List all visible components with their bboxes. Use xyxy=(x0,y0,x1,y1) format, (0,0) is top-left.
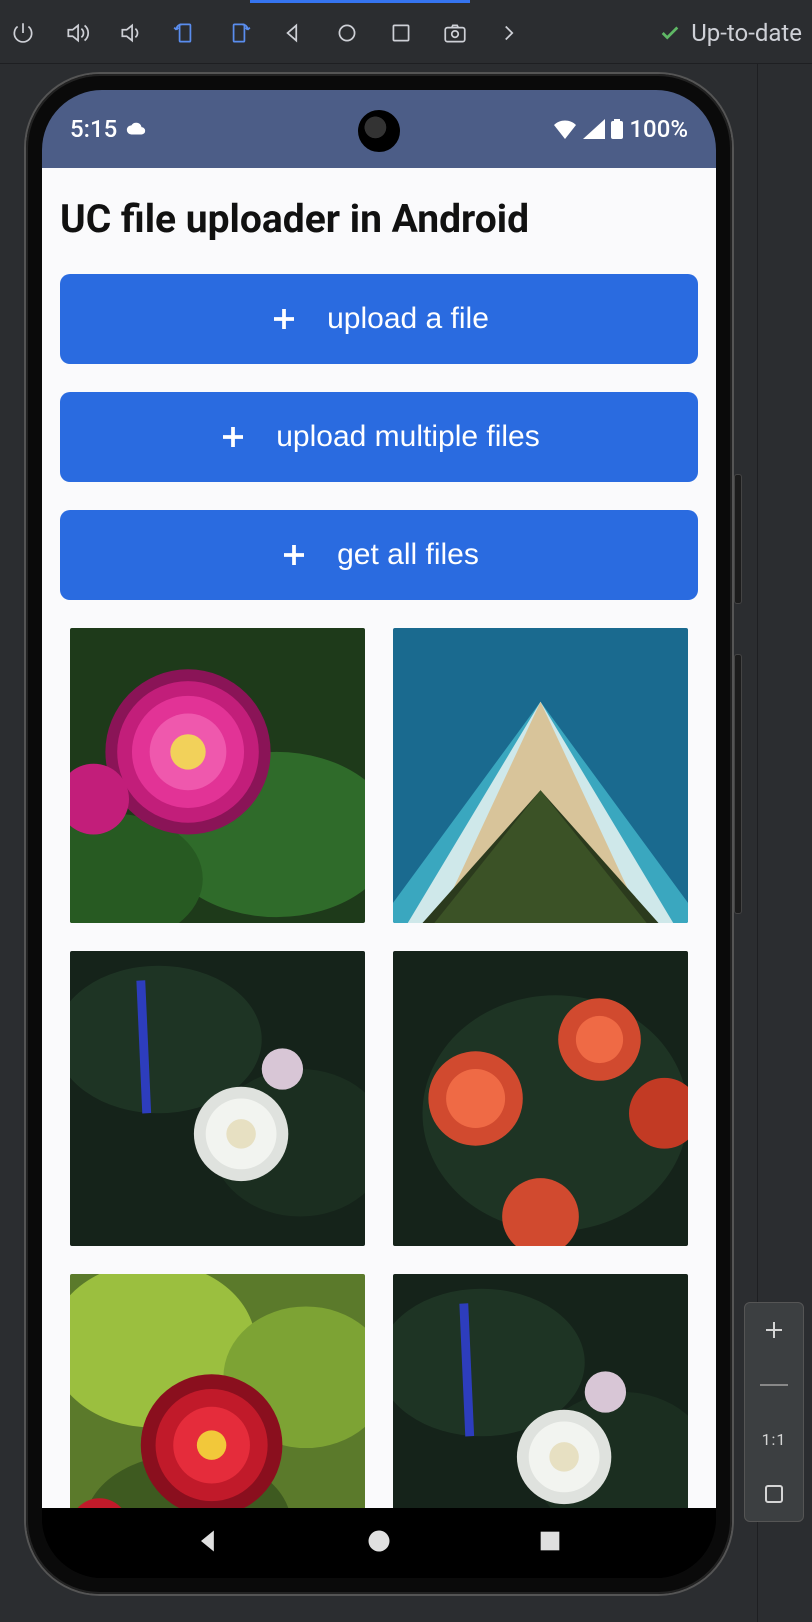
zoom-fit-button[interactable] xyxy=(745,1467,803,1522)
file-tile[interactable] xyxy=(393,1274,688,1508)
emulator-zoom-panel: 1:1 xyxy=(744,1302,804,1522)
image-thumbnail xyxy=(70,951,365,1246)
zoom-ratio-label: 1:1 xyxy=(762,1430,787,1449)
status-battery: 100% xyxy=(629,115,688,143)
emulator-stage: 5:15 100% UC file uploader in Android up… xyxy=(0,64,757,1622)
phone-frame: 5:15 100% UC file uploader in Android up… xyxy=(26,74,732,1594)
signal-icon xyxy=(583,119,605,139)
upload-multiple-button[interactable]: upload multiple files xyxy=(60,392,698,482)
rotate-left-icon[interactable] xyxy=(172,20,198,46)
phone-side-button xyxy=(734,654,742,914)
plus-icon xyxy=(218,422,248,452)
front-camera xyxy=(358,110,400,152)
battery-icon xyxy=(611,119,623,139)
sync-status: Up-to-date xyxy=(659,19,802,47)
check-icon xyxy=(659,22,681,44)
button-label: upload multiple files xyxy=(276,420,539,454)
rotate-right-icon[interactable] xyxy=(226,20,252,46)
image-thumbnail xyxy=(70,628,365,923)
image-thumbnail xyxy=(393,628,688,923)
zoom-ratio-button[interactable]: 1:1 xyxy=(745,1412,803,1467)
more-icon[interactable] xyxy=(496,20,522,46)
cloud-icon xyxy=(125,121,147,137)
button-label: get all files xyxy=(337,538,479,572)
nav-home-icon[interactable] xyxy=(334,20,360,46)
android-overview-button[interactable] xyxy=(536,1527,564,1559)
upload-single-button[interactable]: upload a file xyxy=(60,274,698,364)
volume-down-icon[interactable] xyxy=(118,20,144,46)
image-thumbnail xyxy=(70,1274,365,1508)
zoom-in-button[interactable] xyxy=(745,1303,803,1358)
nav-back-icon[interactable] xyxy=(280,20,306,46)
volume-up-icon[interactable] xyxy=(64,20,90,46)
button-label: upload a file xyxy=(327,302,489,336)
android-home-button[interactable] xyxy=(365,1527,393,1559)
app-content: UC file uploader in Android upload a fil… xyxy=(42,168,716,1508)
get-all-files-button[interactable]: get all files xyxy=(60,510,698,600)
sync-status-text: Up-to-date xyxy=(691,19,802,47)
wifi-icon xyxy=(553,119,577,139)
plus-icon xyxy=(269,304,299,334)
zoom-out-button[interactable] xyxy=(745,1358,803,1413)
android-back-button[interactable] xyxy=(194,1527,222,1559)
nav-overview-icon[interactable] xyxy=(388,20,414,46)
android-status-bar: 5:15 100% xyxy=(42,90,716,168)
phone-screen: 5:15 100% UC file uploader in Android up… xyxy=(42,90,716,1578)
image-thumbnail xyxy=(393,951,688,1246)
file-tile[interactable] xyxy=(70,628,365,923)
status-time: 5:15 xyxy=(70,115,117,143)
file-tile[interactable] xyxy=(393,628,688,923)
power-icon[interactable] xyxy=(10,20,36,46)
ide-toolbar: Up-to-date xyxy=(0,0,812,64)
file-grid xyxy=(60,628,698,1508)
phone-side-button xyxy=(734,474,742,604)
file-tile[interactable] xyxy=(393,951,688,1246)
file-tile[interactable] xyxy=(70,951,365,1246)
page-title: UC file uploader in Android xyxy=(60,196,698,242)
android-nav-bar xyxy=(42,1508,716,1578)
plus-icon xyxy=(279,540,309,570)
image-thumbnail xyxy=(393,1274,688,1508)
screenshot-icon[interactable] xyxy=(442,20,468,46)
file-tile[interactable] xyxy=(70,1274,365,1508)
